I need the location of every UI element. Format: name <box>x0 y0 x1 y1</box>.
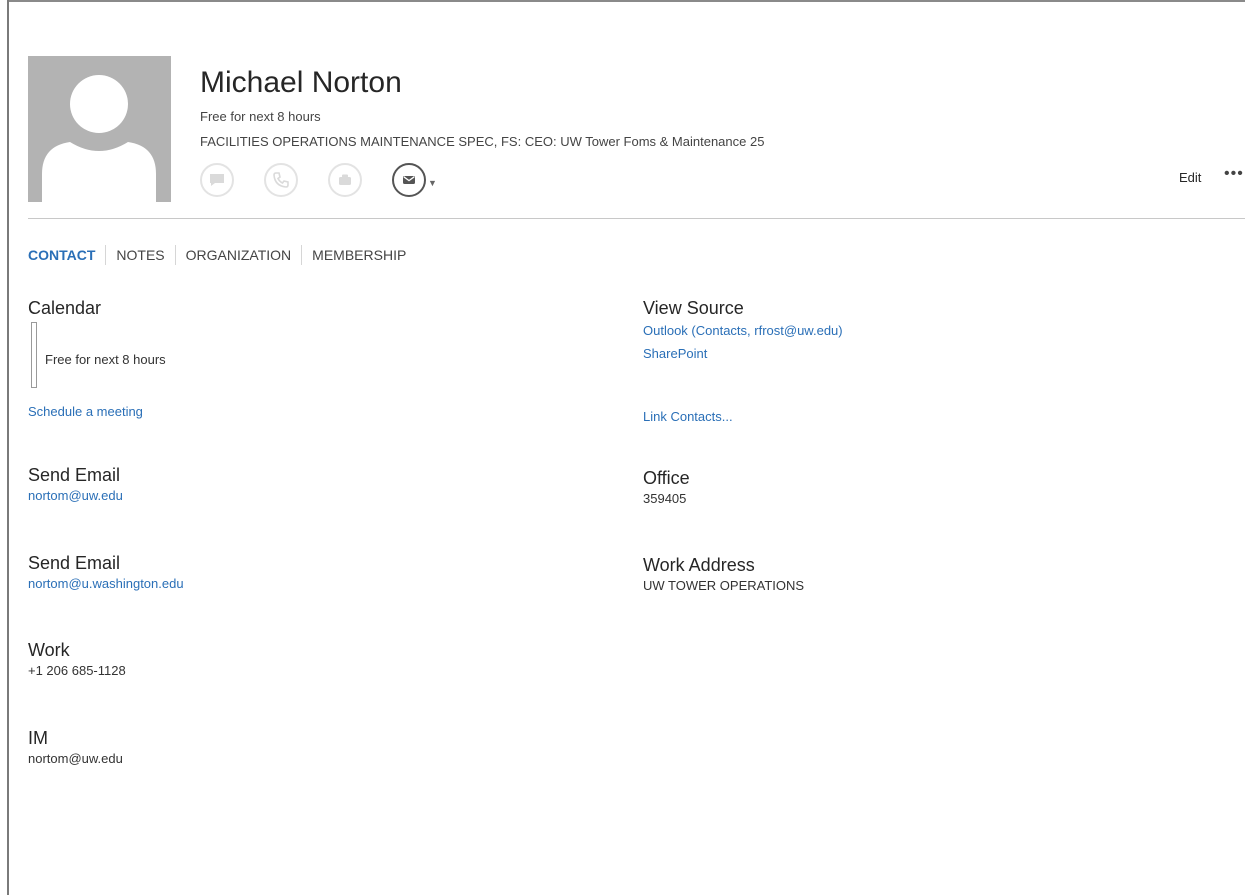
tab-membership[interactable]: MEMBERSHIP <box>302 245 416 265</box>
view-source-section: View Source Outlook (Contacts, rfrost@uw… <box>643 296 843 363</box>
work-phone-heading: Work <box>28 640 70 660</box>
view-source-heading: View Source <box>643 298 744 318</box>
im-button[interactable] <box>200 163 234 197</box>
schedule-meeting-link[interactable]: Schedule a meeting <box>28 403 143 421</box>
office-heading: Office <box>643 468 690 488</box>
more-options-button[interactable]: ••• <box>1224 165 1244 183</box>
tab-notes[interactable]: NOTES <box>106 245 174 265</box>
outlook-source-link[interactable]: Outlook (Contacts, rfrost@uw.edu) <box>643 322 843 340</box>
calendar-heading: Calendar <box>28 298 102 318</box>
calendar-status: Free for next 8 hours <box>45 352 166 367</box>
email-heading: Send Email <box>28 553 121 573</box>
chat-bubble-icon <box>210 174 224 186</box>
mail-icon <box>403 176 415 184</box>
sharepoint-source-link[interactable]: SharePoint <box>643 345 843 363</box>
call-button[interactable] <box>264 163 298 197</box>
calendar-section: Calendar <box>28 296 101 320</box>
email-section-2: Send Email nortom@u.washington.edu <box>28 551 184 593</box>
phone-icon <box>273 172 289 188</box>
video-icon <box>339 174 351 185</box>
work-address-value: UW TOWER OPERATIONS <box>643 578 805 593</box>
im-value: nortom@uw.edu <box>28 751 123 766</box>
job-title: FACILITIES OPERATIONS MAINTENANCE SPEC, … <box>200 134 765 149</box>
email-section-1: Send Email nortom@uw.edu <box>28 463 123 505</box>
work-address-heading: Work Address <box>643 555 755 575</box>
communication-actions: ▼ <box>200 162 437 198</box>
work-address-section: Work Address UW TOWER OPERATIONS <box>643 553 804 595</box>
person-placeholder-icon <box>28 56 171 202</box>
tab-bar: CONTACT NOTES ORGANIZATION MEMBERSHIP <box>28 245 416 265</box>
tab-contact[interactable]: CONTACT <box>28 245 105 265</box>
email-link[interactable]: nortom@u.washington.edu <box>28 575 184 593</box>
email-button[interactable] <box>392 163 426 197</box>
office-section: Office 359405 <box>643 466 690 508</box>
window-left-border <box>0 0 9 895</box>
contact-card: Michael Norton Free for next 8 hours FAC… <box>11 2 1245 895</box>
edit-button[interactable]: Edit <box>1179 170 1201 185</box>
office-value: 359405 <box>643 491 687 506</box>
im-heading: IM <box>28 728 48 748</box>
email-options-caret-icon[interactable]: ▼ <box>428 178 437 188</box>
avatar <box>28 56 171 202</box>
tab-organization[interactable]: ORGANIZATION <box>176 245 302 265</box>
contact-name: Michael Norton <box>200 66 402 99</box>
presence-status: Free for next 8 hours <box>200 109 321 124</box>
email-link[interactable]: nortom@uw.edu <box>28 487 123 505</box>
calendar-free-bar <box>31 322 37 388</box>
header-divider <box>28 218 1245 219</box>
link-contacts-link[interactable]: Link Contacts... <box>643 408 733 426</box>
work-phone-value: +1 206 685-1128 <box>28 663 126 678</box>
video-button[interactable] <box>328 163 362 197</box>
email-heading: Send Email <box>28 465 121 485</box>
work-phone-section: Work +1 206 685-1128 <box>28 638 126 680</box>
im-section: IM nortom@uw.edu <box>28 726 123 768</box>
